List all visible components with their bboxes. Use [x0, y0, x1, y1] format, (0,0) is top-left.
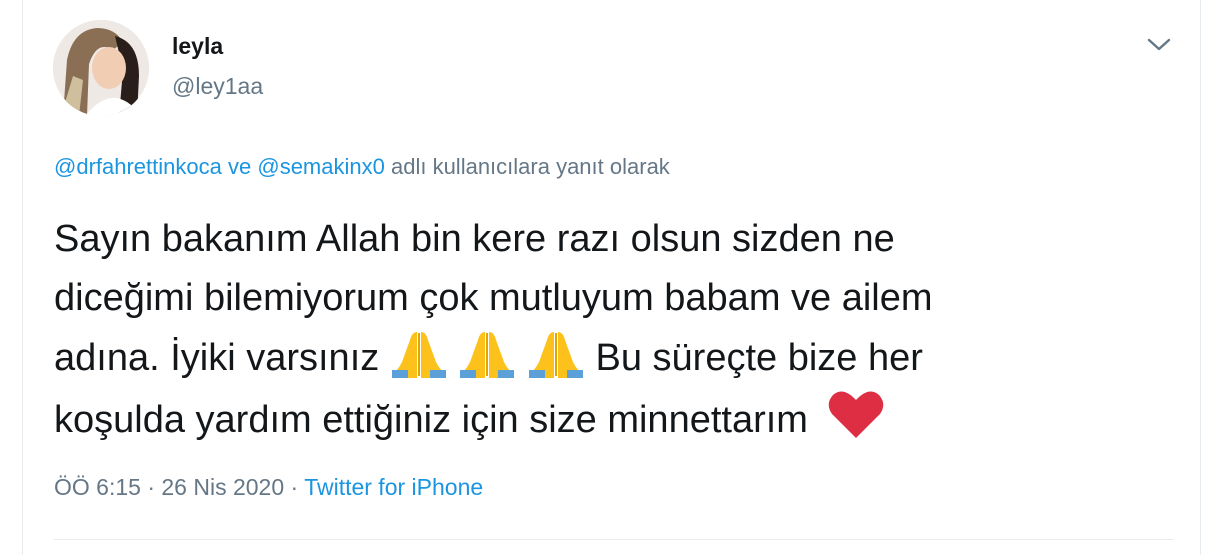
- tweet-line-4: koşulda yardım ettiğiniz için size minne…: [54, 388, 1164, 450]
- tweet-source-link[interactable]: Twitter for iPhone: [304, 474, 483, 500]
- divider: [54, 539, 1174, 540]
- red-heart-icon: [828, 391, 883, 438]
- meta-separator: ·: [147, 474, 155, 500]
- avatar[interactable]: [53, 20, 149, 116]
- tweet-line-3-end: Bu süreçte bize her: [595, 337, 923, 379]
- tweet-line-4-text: koşulda yardım ettiğiniz için size minne…: [54, 399, 808, 441]
- timeline-right-border: [1200, 0, 1201, 555]
- tweet-line-3-start: adına. İyiki varsınız: [54, 337, 380, 379]
- tweet-line-1: Sayın bakanım Allah bin kere razı olsun …: [54, 218, 895, 260]
- meta-separator: ·: [290, 474, 299, 500]
- author-handle[interactable]: @ley1aa: [172, 73, 263, 100]
- timeline-left-border: [22, 0, 23, 555]
- tweet-text: Sayın bakanım Allah bin kere razı olsun …: [54, 210, 1164, 450]
- praying-hands-icon: [460, 332, 515, 378]
- tweet-time[interactable]: ÖÖ 6:15: [54, 474, 141, 500]
- mention-conjunction[interactable]: ve: [228, 154, 251, 179]
- tweet-line-3: adına. İyiki varsınız Bu süreçte bize he…: [54, 328, 1164, 388]
- reply-context: @drfahrettinkoca ve @semakinx0 adlı kull…: [54, 154, 670, 180]
- mention-link-1[interactable]: @drfahrettinkoca: [54, 154, 222, 179]
- tweet-date[interactable]: 26 Nis 2020: [161, 474, 284, 500]
- praying-hands-icon: [528, 332, 583, 378]
- praying-hands-icon: [391, 332, 446, 378]
- mention-link-2[interactable]: @semakinx0: [257, 154, 385, 179]
- chevron-down-icon[interactable]: [1146, 34, 1172, 54]
- tweet-line-2: diceğimi bilemiyorum çok mutluyum babam …: [54, 277, 933, 319]
- tweet-meta: ÖÖ 6:15 · 26 Nis 2020 · Twitter for iPho…: [54, 474, 483, 501]
- reply-context-suffix: adlı kullanıcılara yanıt olarak: [390, 154, 670, 179]
- author-name[interactable]: leyla: [172, 33, 223, 60]
